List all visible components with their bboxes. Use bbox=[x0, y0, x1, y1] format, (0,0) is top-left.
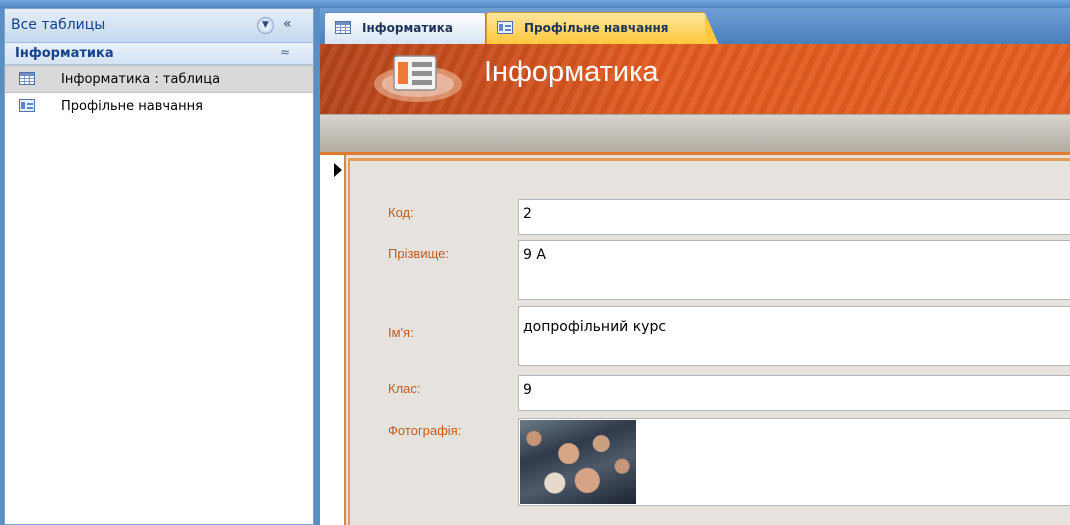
table-icon bbox=[19, 72, 35, 85]
form-subheader-band bbox=[320, 114, 1070, 152]
tab-label: Інформатика bbox=[362, 21, 454, 35]
label-imia: Ім'я: bbox=[388, 325, 414, 340]
form-logo-icon bbox=[374, 55, 462, 102]
double-chevron-left-icon[interactable]: « bbox=[283, 16, 292, 32]
access-window: Все таблицы ▼ « Інформатика ≈ Інформатик… bbox=[0, 0, 1070, 525]
form-header-title: Інформатика bbox=[484, 56, 659, 88]
nav-group-title: Інформатика bbox=[15, 46, 114, 61]
label-klas: Клас: bbox=[388, 381, 421, 396]
nav-group-header[interactable]: Інформатика ≈ bbox=[5, 43, 313, 65]
label-prizvyshche: Прізвище: bbox=[388, 246, 449, 261]
nav-item-label: Профільне навчання bbox=[61, 99, 203, 114]
table-icon bbox=[335, 21, 351, 34]
tab-profilne-navchannia[interactable]: Профільне навчання bbox=[486, 12, 719, 45]
form-icon bbox=[19, 99, 35, 112]
label-kod: Код: bbox=[388, 205, 414, 220]
label-fotohrafiia: Фотографія: bbox=[388, 423, 462, 438]
nav-pane-header[interactable]: Все таблицы ▼ « bbox=[5, 9, 313, 43]
field-imia[interactable]: допрофільний курс bbox=[518, 306, 1070, 366]
nav-item-form[interactable]: Профільне навчання bbox=[5, 93, 313, 121]
field-fotohrafiia[interactable] bbox=[518, 418, 1070, 506]
student-photo bbox=[520, 420, 636, 504]
tab-informatyka[interactable]: Інформатика bbox=[324, 12, 486, 44]
field-kod[interactable]: 2 bbox=[518, 199, 1070, 235]
header-divider bbox=[320, 152, 1070, 155]
top-band bbox=[0, 0, 1070, 8]
form-header: Інформатика bbox=[320, 44, 1070, 114]
document-tabstrip: Інформатика Профільне навчання bbox=[320, 8, 1070, 45]
current-record-arrow-icon bbox=[334, 163, 342, 177]
nav-item-table[interactable]: Інформатика : таблица bbox=[5, 65, 313, 93]
tab-label: Профільне навчання bbox=[524, 21, 669, 35]
form-icon bbox=[497, 21, 513, 34]
document-area: Інформатика Профільне навчання Інформати… bbox=[320, 8, 1070, 525]
record-selector[interactable] bbox=[320, 155, 346, 525]
chevron-down-circle-icon[interactable]: ▼ bbox=[257, 17, 274, 34]
field-klas[interactable]: 9 bbox=[518, 375, 1070, 411]
nav-item-label: Інформатика : таблица bbox=[61, 72, 221, 87]
double-chevron-up-icon[interactable]: ≈ bbox=[280, 45, 290, 59]
form-detail-section: Код: 2 Прізвище: 9 А Ім'я: допрофільний … bbox=[348, 158, 1070, 525]
field-prizvyshche[interactable]: 9 А bbox=[518, 240, 1070, 300]
navigation-pane: Все таблицы ▼ « Інформатика ≈ Інформатик… bbox=[4, 8, 314, 525]
nav-pane-title: Все таблицы bbox=[11, 17, 106, 33]
